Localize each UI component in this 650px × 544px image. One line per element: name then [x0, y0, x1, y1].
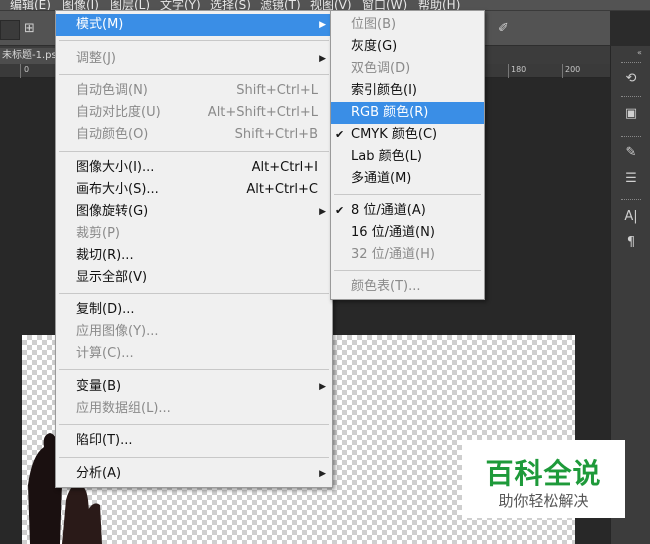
- mode-item-16bit[interactable]: 16 位/通道(N): [331, 222, 484, 244]
- panel-grip[interactable]: [621, 199, 641, 201]
- panel-grip[interactable]: [621, 96, 641, 98]
- separator: [59, 293, 329, 294]
- menu-item-image-rotation[interactable]: 图像旋转(G) ▶: [56, 201, 332, 223]
- menu-item-calculations[interactable]: 计算(C)...: [56, 343, 332, 365]
- separator: [59, 40, 329, 41]
- separator: [59, 369, 329, 370]
- menu-item-trim[interactable]: 裁切(R)...: [56, 245, 332, 267]
- menu-item-auto-tone[interactable]: 自动色调(N) Shift+Ctrl+L: [56, 80, 332, 102]
- pressure-icon[interactable]: ✐: [498, 22, 512, 36]
- mode-item-cmyk[interactable]: ✔ CMYK 颜色(C): [331, 124, 484, 146]
- document-tab[interactable]: 未标题-1.ps: [0, 48, 56, 64]
- ruler-tick: [508, 64, 509, 78]
- menu-item-crop[interactable]: 裁剪(P): [56, 223, 332, 245]
- menu-item-reveal-all[interactable]: 显示全部(V): [56, 267, 332, 289]
- mode-item-multichannel[interactable]: 多通道(M): [331, 168, 484, 190]
- character-icon[interactable]: A|: [619, 206, 643, 228]
- image-menu: 模式(M) ▶ 调整(J) ▶ 自动色调(N) Shift+Ctrl+L 自动对比度(…: [55, 10, 333, 488]
- watermark-title: 百科全说: [485, 457, 602, 490]
- watermark-logo: 百科全说 助你轻松解决: [462, 440, 625, 518]
- checkmark-icon: ✔: [335, 128, 345, 141]
- menu-item-trap[interactable]: 陷印(T)...: [56, 430, 332, 452]
- panel-grip[interactable]: [621, 136, 641, 138]
- separator: [334, 270, 481, 271]
- mode-item-bitmap[interactable]: 位图(B): [331, 14, 484, 36]
- menu-item-variables[interactable]: 变量(B) ▶: [56, 376, 332, 398]
- brush-icon[interactable]: ✎: [619, 142, 643, 164]
- panel-grip[interactable]: [621, 62, 641, 64]
- mode-item-duotone[interactable]: 双色调(D): [331, 58, 484, 80]
- menu-item-image-size[interactable]: 图像大小(I)... Alt+Ctrl+I: [56, 157, 332, 179]
- separator: [59, 457, 329, 458]
- separator: [59, 424, 329, 425]
- menu-item-apply-data-set[interactable]: 应用数据组(L)...: [56, 398, 332, 420]
- properties-icon[interactable]: ▣: [619, 103, 643, 125]
- menu-item-duplicate[interactable]: 复制(D)...: [56, 299, 332, 321]
- paragraph-icon[interactable]: ¶: [619, 232, 643, 254]
- menu-item-analysis[interactable]: 分析(A) ▶: [56, 463, 332, 485]
- watermark-subtitle: 助你轻松解决: [498, 492, 589, 510]
- separator: [59, 74, 329, 75]
- separator: [59, 151, 329, 152]
- menu-item-auto-color[interactable]: 自动颜色(O) Shift+Ctrl+B: [56, 124, 332, 146]
- menu-item-mode[interactable]: 模式(M) ▶: [56, 14, 332, 36]
- collapse-icon[interactable]: «: [637, 48, 642, 57]
- mode-item-color-table[interactable]: 颜色表(T)...: [331, 276, 484, 298]
- menu-item-canvas-size[interactable]: 画布大小(S)... Alt+Ctrl+C: [56, 179, 332, 201]
- ruler-label: 180: [511, 65, 527, 74]
- mode-item-lab[interactable]: Lab 颜色(L): [331, 146, 484, 168]
- mode-item-indexed-color[interactable]: 索引颜色(I): [331, 80, 484, 102]
- tool-preset-picker[interactable]: [0, 20, 20, 40]
- transform-icon[interactable]: ⊞: [24, 22, 38, 36]
- menu-edit[interactable]: 编辑(E): [10, 0, 51, 10]
- adjust-icon[interactable]: ☰: [619, 168, 643, 190]
- mode-submenu: 位图(B) 灰度(G) 双色调(D) 索引颜色(I) RGB 颜色(R) ✔ CM…: [330, 10, 485, 300]
- menu-item-auto-contrast[interactable]: 自动对比度(U) Alt+Shift+Ctrl+L: [56, 102, 332, 124]
- ruler-tick: [20, 64, 21, 78]
- menu-item-adjustments[interactable]: 调整(J) ▶: [56, 48, 332, 70]
- ruler-label: 0: [24, 65, 30, 74]
- ruler-label: 200: [565, 65, 581, 74]
- mode-item-32bit[interactable]: 32 位/通道(H): [331, 244, 484, 266]
- checkmark-icon: ✔: [335, 204, 345, 217]
- mode-item-8bit[interactable]: ✔ 8 位/通道(A): [331, 200, 484, 222]
- ruler-tick: [562, 64, 563, 78]
- menu-item-apply-image[interactable]: 应用图像(Y)...: [56, 321, 332, 343]
- history-icon[interactable]: ⟲: [619, 68, 643, 90]
- mode-item-grayscale[interactable]: 灰度(G): [331, 36, 484, 58]
- mode-item-rgb[interactable]: RGB 颜色(R): [331, 102, 484, 124]
- separator: [334, 194, 481, 195]
